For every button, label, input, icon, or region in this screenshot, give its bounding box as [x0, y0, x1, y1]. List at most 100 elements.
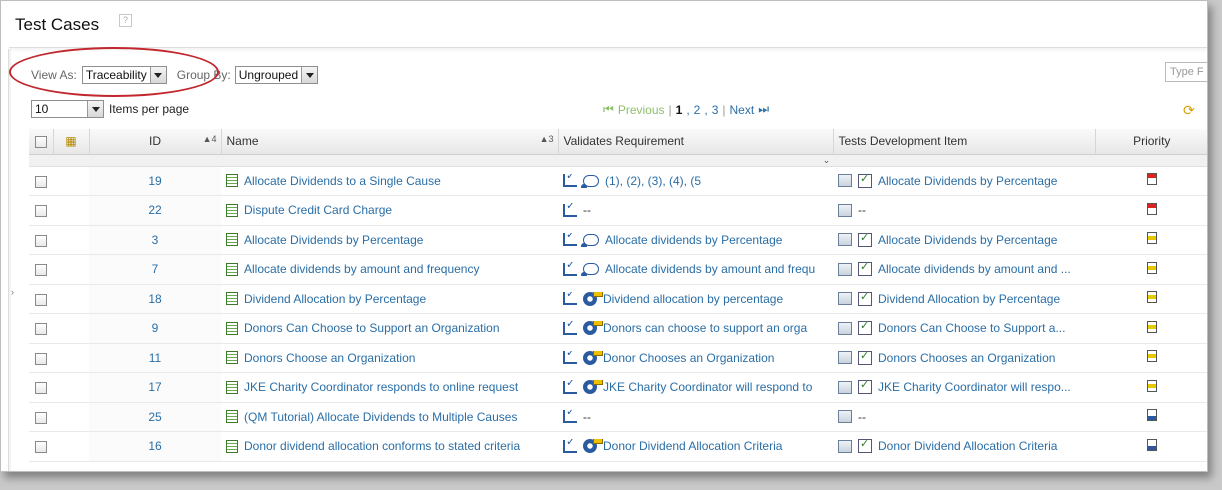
table-row[interactable]: 9 Donors Can Choose to Support an Organi… [29, 313, 1207, 344]
row-checkbox[interactable] [35, 293, 47, 306]
tests-development-item-header[interactable]: Tests Development Item [833, 129, 1096, 155]
row-checkbox[interactable] [35, 234, 47, 247]
table-row[interactable]: 11 Donors Choose an Organization Donor C… [29, 343, 1207, 373]
validates-requirement-header[interactable]: Validates Requirement [558, 129, 834, 155]
test-case-name-link[interactable]: (QM Tutorial) Allocate Dividends to Mult… [244, 410, 517, 424]
table-row[interactable]: 19 Allocate Dividends to a Single Cause … [29, 166, 1207, 196]
row-checkbox[interactable] [35, 205, 47, 218]
test-case-name-link[interactable]: Donors Can Choose to Support an Organiza… [244, 321, 500, 335]
select-all-header [29, 129, 54, 155]
requirement-link[interactable]: Allocate dividends by Percentage [605, 233, 782, 247]
table-row[interactable]: 25 (QM Tutorial) Allocate Dividends to M… [29, 402, 1207, 432]
side-collapse-bar[interactable] [8, 49, 11, 471]
test-case-id[interactable]: 17 [89, 372, 221, 403]
chevron-down-icon[interactable] [301, 67, 318, 83]
feature-icon [583, 380, 603, 395]
test-case-name-link[interactable]: Allocate Dividends to a Single Cause [244, 174, 441, 188]
test-case-name-link[interactable]: Allocate dividends by amount and frequen… [244, 262, 479, 276]
table-row[interactable]: 7 Allocate dividends by amount and frequ… [29, 254, 1207, 285]
test-case-name-link[interactable]: Allocate Dividends by Percentage [244, 233, 423, 247]
priority-med-icon [1146, 379, 1157, 392]
dev-item-link[interactable]: JKE Charity Coordinator will respo... [878, 380, 1071, 394]
requirement-link[interactable]: JKE Charity Coordinator will respond to [603, 380, 812, 394]
dev-item-link[interactable]: Donor Dividend Allocation Criteria [878, 439, 1057, 453]
test-case-id[interactable]: 18 [89, 284, 221, 314]
name-column-header[interactable]: Name ▲3 [221, 129, 559, 155]
page-link-1[interactable]: 1 [676, 103, 683, 117]
test-case-id[interactable]: 3 [89, 225, 221, 255]
test-case-id[interactable]: 19 [89, 166, 221, 196]
dev-item-icon [838, 292, 852, 306]
next-link[interactable]: Next [730, 103, 755, 117]
test-case-id[interactable]: 22 [89, 195, 221, 226]
pagination: ⏮ Previous | 1, 2, 3 | Next ⏭ [603, 102, 769, 117]
requirement-link[interactable]: Donor Chooses an Organization [603, 351, 774, 365]
dev-item-link[interactable]: Donors Chooses an Organization [878, 351, 1055, 365]
requirement-link[interactable]: Donors can choose to support an orga [603, 321, 807, 335]
test-case-id[interactable]: 25 [89, 402, 221, 432]
feature-icon [583, 350, 603, 365]
dev-item-icon [838, 439, 852, 453]
task-icon [858, 232, 872, 247]
row-checkbox[interactable] [35, 352, 47, 365]
table-row[interactable]: 3 Allocate Dividends by Percentage Alloc… [29, 225, 1207, 255]
row-checkbox[interactable] [35, 323, 47, 336]
requirement-link[interactable]: Allocate dividends by amount and frequ [605, 262, 815, 276]
dev-item-link[interactable]: Allocate Dividends by Percentage [878, 174, 1057, 188]
dev-item-icon [838, 410, 852, 424]
refresh-icon[interactable]: ⟳ [1183, 102, 1195, 119]
type-filter-input[interactable]: Type F [1165, 62, 1207, 82]
page-link-2[interactable]: 2 [694, 103, 701, 117]
test-case-id[interactable]: 11 [89, 343, 221, 373]
requirement-link[interactable]: Dividend allocation by percentage [603, 292, 783, 306]
validates-icon [563, 380, 577, 394]
last-page-icon[interactable]: ⏭ [758, 102, 769, 117]
test-case-name-link[interactable]: Dispute Credit Card Charge [244, 203, 392, 217]
dev-item-link[interactable]: Dividend Allocation by Percentage [878, 292, 1060, 306]
requirement-link[interactable]: (1), (2), (3), (4), (5 [605, 174, 701, 188]
row-checkbox[interactable] [35, 264, 47, 277]
row-checkbox[interactable] [35, 441, 47, 454]
priority-med-icon [1146, 261, 1157, 274]
select-all-checkbox[interactable] [34, 136, 47, 149]
chevron-down-icon[interactable] [87, 101, 103, 117]
test-case-name-link[interactable]: JKE Charity Coordinator responds to onli… [244, 380, 518, 394]
page-size-select[interactable]: 10 [31, 100, 104, 118]
page-link-3[interactable]: 3 [712, 103, 719, 117]
validates-icon [563, 233, 577, 247]
validates-icon [563, 262, 577, 276]
help-icon[interactable]: ? [119, 14, 132, 27]
priority-header[interactable]: Priority [1095, 129, 1207, 155]
requirement-icon [581, 174, 599, 188]
expand-arrow-icon[interactable]: › [11, 287, 14, 297]
dev-item-icon [838, 351, 852, 365]
test-case-name-link[interactable]: Dividend Allocation by Percentage [244, 292, 426, 306]
table-row[interactable]: 18 Dividend Allocation by Percentage Div… [29, 284, 1207, 314]
row-checkbox[interactable] [35, 175, 47, 188]
test-case-name-link[interactable]: Donor dividend allocation conforms to st… [244, 439, 520, 453]
id-column-header[interactable]: ID ▲4 [89, 129, 222, 155]
requirement-icon [581, 233, 599, 247]
test-case-id[interactable]: 7 [89, 254, 221, 285]
table-row[interactable]: 16 Donor dividend allocation conforms to… [29, 431, 1207, 462]
test-case-id[interactable]: 16 [89, 431, 221, 462]
test-cases-panel: Test Cases ? › View As: Traceability Gro… [0, 0, 1208, 472]
dev-item-link[interactable]: Allocate dividends by amount and ... [878, 262, 1071, 276]
test-case-id[interactable]: 9 [89, 313, 221, 344]
sort-asc-icon: ▲4 [202, 134, 217, 144]
column-chooser-icon[interactable]: ▦ [65, 134, 76, 148]
row-checkbox[interactable] [35, 411, 47, 424]
table-row[interactable]: 17 JKE Charity Coordinator responds to o… [29, 372, 1207, 403]
test-case-name-link[interactable]: Donors Choose an Organization [244, 351, 415, 365]
table-row[interactable]: 22 Dispute Credit Card Charge -- -- [29, 195, 1207, 226]
test-case-icon [226, 203, 238, 217]
group-by-select[interactable]: Ungrouped [234, 66, 319, 84]
dev-item-link[interactable]: Donors Can Choose to Support a... [878, 321, 1065, 335]
row-checkbox[interactable] [35, 382, 47, 395]
feature-icon [583, 439, 603, 454]
dev-item-icon [838, 233, 852, 247]
requirement-link[interactable]: Donor Dividend Allocation Criteria [603, 439, 782, 453]
expand-chevron-icon[interactable]: ⌄ [558, 154, 1095, 167]
dev-item-empty: -- [858, 203, 866, 218]
dev-item-link[interactable]: Allocate Dividends by Percentage [878, 233, 1057, 247]
